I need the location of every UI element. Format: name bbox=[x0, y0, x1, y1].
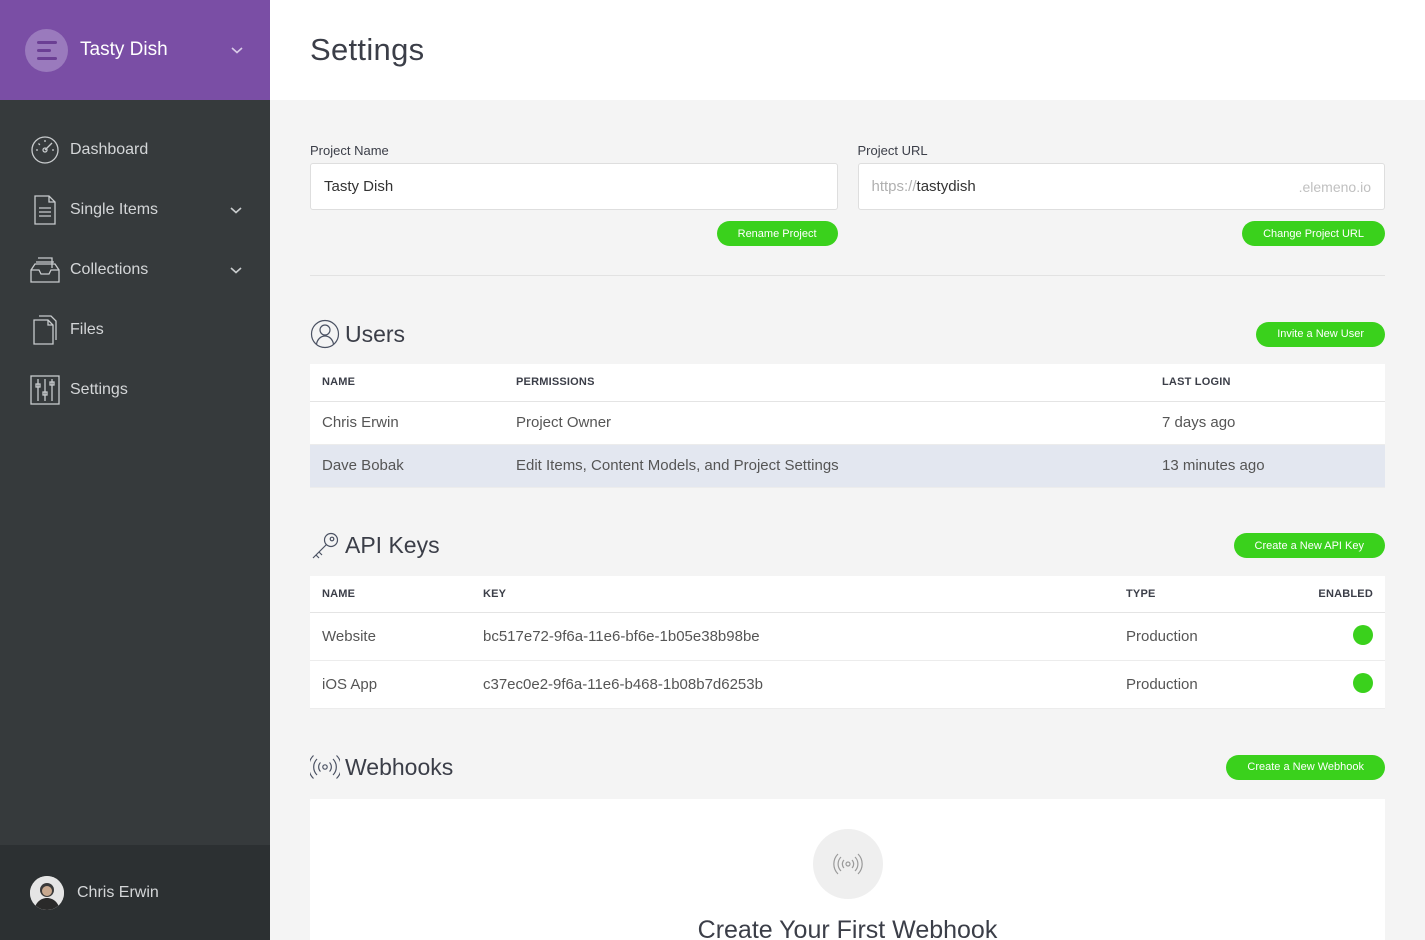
sidebar-item-label: Dashboard bbox=[70, 141, 149, 158]
sliders-icon bbox=[30, 375, 60, 405]
project-switcher[interactable]: Tasty Dish bbox=[0, 0, 270, 100]
last-login-cell: 13 minutes ago bbox=[1150, 444, 1385, 488]
project-url-input[interactable]: https:// tastydish .elemeno.io bbox=[857, 163, 1385, 210]
project-name: Tasty Dish bbox=[80, 39, 168, 60]
files-icon bbox=[33, 315, 57, 345]
column-header[interactable]: PERMISSIONS bbox=[504, 364, 1150, 402]
broadcast-icon bbox=[812, 829, 883, 899]
user-name: Chris Erwin bbox=[77, 883, 159, 901]
sidebar-item-dashboard[interactable]: Dashboard bbox=[0, 120, 270, 180]
table-row[interactable]: Dave Bobak Edit Items, Content Models, a… bbox=[310, 444, 1385, 488]
api-keys-table: NAME KEY TYPE ENABLED Website bc517e72-9… bbox=[310, 575, 1385, 709]
sidebar-item-label: Files bbox=[70, 321, 104, 338]
current-user[interactable]: Chris Erwin bbox=[0, 845, 270, 940]
column-header[interactable]: LAST LOGIN bbox=[1150, 364, 1385, 402]
user-name-cell: Dave Bobak bbox=[310, 444, 504, 488]
divider bbox=[310, 275, 1385, 276]
create-api-key-button[interactable]: Create a New API Key bbox=[1233, 533, 1385, 558]
enabled-toggle[interactable] bbox=[1353, 624, 1373, 645]
url-suffix: .elemeno.io bbox=[1298, 178, 1371, 195]
sidebar-item-label: Collections bbox=[70, 261, 149, 278]
webhooks-section-header: Webhooks Create a New Webhook bbox=[310, 752, 1385, 782]
main-content: Settings Project Name Rename Project Pro… bbox=[270, 0, 1425, 940]
users-section-header: Users Invite a New User bbox=[310, 319, 1385, 349]
empty-state-title: Create Your First Webhook bbox=[697, 916, 998, 940]
user-name-cell: Chris Erwin bbox=[310, 401, 504, 445]
chevron-down-icon bbox=[231, 47, 243, 54]
users-title: Users bbox=[345, 320, 406, 347]
topbar: Settings bbox=[270, 0, 1425, 100]
inbox-stack-icon bbox=[30, 257, 60, 283]
invite-user-button[interactable]: Invite a New User bbox=[1256, 321, 1385, 347]
chevron-down-icon[interactable] bbox=[228, 262, 244, 278]
key-name-cell: iOS App bbox=[310, 660, 471, 709]
avatar bbox=[30, 875, 64, 910]
users-table: NAME PERMISSIONS LAST LOGIN Chris Erwin … bbox=[310, 364, 1385, 488]
webhooks-empty-state: Create Your First Webhook bbox=[310, 799, 1385, 940]
column-header[interactable]: KEY bbox=[471, 575, 1114, 613]
sidebar-item-label: Settings bbox=[70, 381, 128, 398]
sidebar-item-collections[interactable]: Collections bbox=[0, 240, 270, 300]
rename-project-button[interactable]: Rename Project bbox=[716, 221, 838, 246]
sidebar-nav: Dashboard Single Items Collections Files bbox=[0, 100, 270, 420]
project-name-input[interactable] bbox=[324, 178, 824, 195]
sidebar-item-label: Single Items bbox=[70, 201, 159, 218]
table-row[interactable]: iOS App c37ec0e2-9f6a-11e6-b468-1b08b7d6… bbox=[310, 660, 1385, 709]
enabled-toggle[interactable] bbox=[1353, 672, 1373, 693]
create-webhook-button[interactable]: Create a New Webhook bbox=[1226, 754, 1385, 780]
column-header[interactable]: TYPE bbox=[1114, 575, 1263, 613]
project-logo-icon bbox=[25, 28, 68, 72]
permissions-cell: Edit Items, Content Models, and Project … bbox=[504, 444, 1150, 488]
key-icon bbox=[312, 532, 339, 558]
table-row[interactable]: Website bc517e72-9f6a-11e6-bf6e-1b05e38b… bbox=[310, 612, 1385, 661]
api-keys-section-header: API Keys Create a New API Key bbox=[310, 531, 1385, 561]
key-type-cell: Production bbox=[1114, 660, 1263, 709]
url-subdomain[interactable]: tastydish bbox=[917, 178, 1299, 195]
sidebar-item-files[interactable]: Files bbox=[0, 300, 270, 360]
page-title: Settings bbox=[310, 32, 425, 67]
user-icon bbox=[310, 319, 340, 349]
document-icon bbox=[34, 195, 56, 225]
url-prefix: https:// bbox=[871, 178, 917, 195]
change-project-url-button[interactable]: Change Project URL bbox=[1242, 221, 1385, 246]
column-header[interactable]: NAME bbox=[310, 364, 504, 402]
key-value-cell: bc517e72-9f6a-11e6-bf6e-1b05e38b98be bbox=[471, 612, 1114, 661]
chevron-down-icon[interactable] bbox=[228, 202, 244, 218]
project-url-label: Project URL bbox=[857, 143, 928, 158]
key-value-cell: c37ec0e2-9f6a-11e6-b468-1b08b7d6253b bbox=[471, 660, 1114, 709]
project-settings: Project Name Rename Project Project URL … bbox=[310, 143, 1385, 246]
permissions-cell: Project Owner bbox=[504, 401, 1150, 445]
gauge-icon bbox=[31, 136, 59, 164]
project-name-label: Project Name bbox=[310, 143, 389, 158]
column-header[interactable]: NAME bbox=[310, 575, 471, 613]
api-keys-title: API Keys bbox=[345, 532, 440, 558]
broadcast-icon bbox=[310, 755, 340, 779]
last-login-cell: 7 days ago bbox=[1150, 401, 1385, 445]
column-header[interactable]: ENABLED bbox=[1262, 575, 1385, 613]
table-row[interactable]: Chris Erwin Project Owner 7 days ago bbox=[310, 401, 1385, 445]
sidebar-item-settings[interactable]: Settings bbox=[0, 360, 270, 420]
sidebar: Tasty Dish Dashboard Single Items Collec… bbox=[0, 0, 270, 940]
webhooks-title: Webhooks bbox=[345, 753, 454, 780]
sidebar-item-single-items[interactable]: Single Items bbox=[0, 180, 270, 240]
key-type-cell: Production bbox=[1114, 612, 1263, 661]
key-name-cell: Website bbox=[310, 612, 471, 661]
